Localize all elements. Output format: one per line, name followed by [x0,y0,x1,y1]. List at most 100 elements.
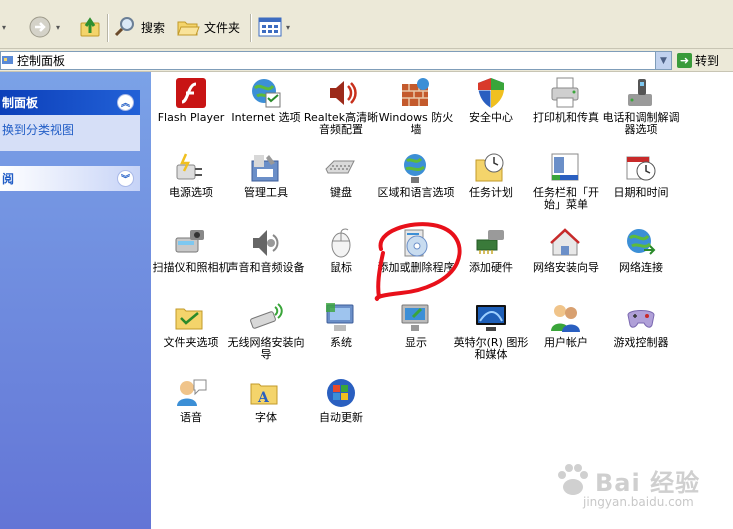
chevron-down-icon: ▼ [660,55,667,66]
toolbar: ▾ ▾ 搜索 文件夹 ▾ [0,6,733,49]
control-panel-small-icon [2,56,13,64]
printer-fax-icon [549,76,583,110]
control-panel-item-label: 自动更新 [319,411,363,424]
control-panel-item-admin-tools[interactable]: 管理工具 [226,151,306,199]
up-folder-button[interactable] [78,16,102,38]
control-panel-item-speech[interactable]: 语音 [151,376,231,424]
control-panel-item-label: 鼠标 [330,261,352,274]
task-box-title: 制面板 [2,96,39,110]
control-panel-item-date-time[interactable]: 日期和时间 [601,151,681,199]
control-panel-task-box: 制面板 ︽ 换到分类视图 [0,90,140,151]
address-dropdown-button[interactable]: ▼ [655,52,671,69]
date-time-icon [624,151,658,185]
control-panel-item-security-center[interactable]: 安全中心 [451,76,531,124]
control-panel-item-keyboard[interactable]: 键盘 [301,151,381,199]
control-panel-item-fonts[interactable]: A 字体 [226,376,306,424]
control-panel-item-sound-devices[interactable]: 声音和音频设备 [226,226,306,274]
auto-update-icon [324,376,358,410]
keyboard-icon [324,151,358,185]
collapse-icon[interactable]: ︽ [117,94,134,111]
control-panel-item-label: 网络连接 [619,261,663,274]
views-button[interactable]: ▾ [258,16,290,38]
flash-icon [174,76,208,110]
control-panel-item-system[interactable]: 系统 [301,301,381,349]
search-button[interactable]: 搜索 [113,16,165,38]
sound-devices-icon [249,226,283,260]
system-icon [324,301,358,335]
watermark-title: Bai 经验 [595,469,701,497]
expand-icon[interactable]: ︾ [117,170,134,187]
address-input[interactable]: 控制面板 ▼ [0,51,672,70]
see-also-title: 阅 [2,172,15,186]
control-panel-item-label: 扫描仪和照相机 [152,261,230,274]
scheduled-tasks-icon [474,151,508,185]
control-panel-item-firewall[interactable]: Windows 防火墙 [376,76,456,136]
address-path: 控制面板 [17,54,66,68]
phone-modem-icon [624,76,658,110]
folders-button[interactable]: 文件夹 [176,16,240,38]
control-panel-item-printer-fax[interactable]: 打印机和传真 [526,76,606,124]
search-icon [114,17,134,37]
control-panel-item-label: 字体 [255,411,277,424]
forward-button[interactable]: ▾ [28,16,60,38]
control-panel-item-scheduled-tasks[interactable]: 任务计划 [451,151,531,199]
internet-options-icon [249,76,283,110]
control-panel-item-label: 文件夹选项 [163,336,219,349]
control-panel-item-power-options[interactable]: 电源选项 [151,151,231,199]
control-panel-item-game-controllers[interactable]: 游戏控制器 [601,301,681,349]
control-panel-item-network-setup[interactable]: 网络安装向导 [526,226,606,274]
control-panel-item-auto-update[interactable]: 自动更新 [301,376,381,424]
control-panel-item-wireless-setup[interactable]: 无线网络安装向导 [226,301,306,361]
control-panel-item-label: 安全中心 [469,111,513,124]
control-panel-item-label: Realtek高清晰音频配置 [303,111,379,136]
task-pane: 制面板 ︽ 换到分类视图 阅 ︾ [0,72,151,529]
control-panel-item-internet-options[interactable]: Internet 选项 [226,76,306,124]
control-panel-item-label: 键盘 [330,186,352,199]
folders-label: 文件夹 [204,20,241,35]
control-panel-item-mouse[interactable]: 鼠标 [301,226,381,274]
network-connections-icon [624,226,658,260]
chevron-down-icon: ▾ [286,22,291,32]
svg-text:A: A [257,390,270,406]
control-panel-item-label: 游戏控制器 [613,336,669,349]
back-button[interactable]: ▾ [2,16,6,38]
goto-button[interactable]: ➜ 转到 [677,51,719,69]
scanner-camera-icon [174,226,208,260]
control-panel-item-label: 任务计划 [469,186,513,199]
folder-options-icon [174,301,208,335]
control-panel-item-region-language[interactable]: 区域和语言选项 [376,151,456,199]
see-also-task-box: 阅 ︾ [0,166,140,191]
switch-category-view-link[interactable]: 换到分类视图 [0,115,140,151]
admin-tools-icon [249,151,283,185]
control-panel-item-phone-modem[interactable]: 电话和调制解调器选项 [601,76,681,136]
control-panel-item-label: Flash Player [157,111,225,124]
control-panel-item-label: 英特尔(R) 图形和媒体 [453,336,529,361]
control-panel-item-taskbar-start[interactable]: 任务栏和「开始」菜单 [526,151,606,211]
network-setup-icon [549,226,583,260]
goto-label: 转到 [695,53,720,68]
toolbar-separator [107,14,109,42]
control-panel-item-label: 用户帐户 [544,336,588,349]
address-bar: 控制面板 ▼ ➜ 转到 [0,49,733,72]
see-also-header[interactable]: 阅 ︾ [0,166,140,191]
control-panel-item-label: 电源选项 [169,186,213,199]
realtek-audio-icon [324,76,358,110]
control-panel-item-label: 语音 [180,411,202,424]
security-center-icon [474,76,508,110]
control-panel-item-label: 显示 [405,336,427,349]
control-panel-item-network-connections[interactable]: 网络连接 [601,226,681,274]
display-icon [399,301,433,335]
control-panel-item-folder-options[interactable]: 文件夹选项 [151,301,231,349]
control-panel-item-user-accounts[interactable]: 用户帐户 [526,301,606,349]
control-panel-item-scanner-camera[interactable]: 扫描仪和照相机 [151,226,231,274]
speech-icon [174,376,208,410]
control-panel-item-label: 日期和时间 [613,186,669,199]
control-panel-item-label: Windows 防火墙 [378,111,454,136]
task-box-header[interactable]: 制面板 ︽ [0,90,140,115]
region-language-icon [399,151,433,185]
control-panel-item-realtek-audio[interactable]: Realtek高清晰音频配置 [301,76,381,136]
control-panel-item-flash[interactable]: Flash Player [151,76,231,124]
control-panel-item-intel-graphics[interactable]: 英特尔(R) 图形和媒体 [451,301,531,361]
control-panel-item-label: 电话和调制解调器选项 [602,111,680,136]
control-panel-item-display[interactable]: 显示 [376,301,456,349]
